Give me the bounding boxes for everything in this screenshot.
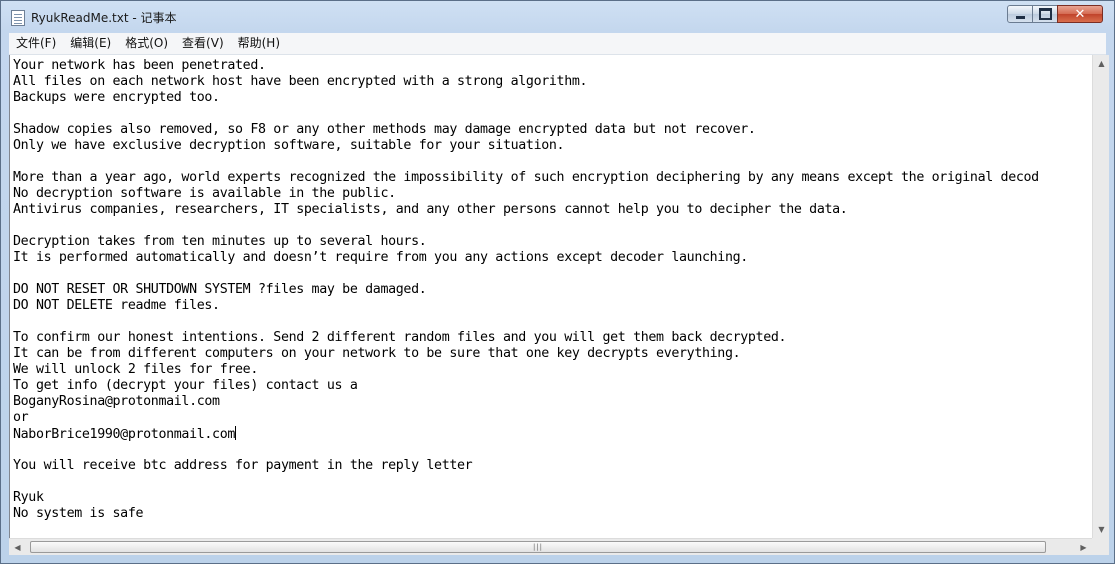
text-line: To confirm our honest intentions. Send 2… <box>13 330 787 345</box>
text-line <box>13 218 1093 234</box>
maximize-icon <box>1038 8 1052 20</box>
title-bar[interactable]: RyukReadMe.txt - 记事本 ✕ <box>1 1 1114 33</box>
scrollbar-corner <box>1092 538 1109 555</box>
text-line: It is performed automatically and doesn’… <box>13 250 748 265</box>
scroll-up-icon[interactable]: ▲ <box>1093 55 1110 72</box>
text-line: or <box>13 410 29 425</box>
text-line: DO NOT RESET OR SHUTDOWN SYSTEM ?files m… <box>13 282 427 297</box>
text-line: All files on each network host have been… <box>13 74 588 89</box>
text-line: Decryption takes from ten minutes up to … <box>13 234 427 249</box>
close-button[interactable]: ✕ <box>1057 5 1103 23</box>
text-line: Backups were encrypted too. <box>13 90 220 105</box>
menu-file[interactable]: 文件(F) <box>9 33 63 54</box>
horizontal-scroll-thumb[interactable]: ||| <box>30 541 1046 553</box>
text-line: You will receive btc address for payment… <box>13 458 473 473</box>
menu-view[interactable]: 查看(V) <box>175 33 231 54</box>
notepad-icon[interactable] <box>11 10 25 26</box>
document-text[interactable]: Your network has been penetrated. All fil… <box>10 55 1093 522</box>
scroll-down-icon[interactable]: ▼ <box>1093 521 1110 538</box>
text-line: No decryption software is available in t… <box>13 186 396 201</box>
text-line <box>13 442 1093 458</box>
scroll-left-icon[interactable]: ◀ <box>9 539 26 556</box>
text-line: No system is safe <box>13 506 144 521</box>
text-line <box>13 314 1093 330</box>
menu-bar: 文件(F) 编辑(E) 格式(O) 查看(V) 帮助(H) <box>9 33 1106 55</box>
vertical-scrollbar[interactable]: ▲ ▼ <box>1092 55 1109 538</box>
text-line: DO NOT DELETE readme files. <box>13 298 220 313</box>
text-line: Antivirus companies, researchers, IT spe… <box>13 202 848 217</box>
text-line <box>13 154 1093 170</box>
text-line: Ryuk <box>13 490 44 505</box>
text-editor[interactable]: Your network has been penetrated. All fil… <box>9 55 1093 538</box>
text-line: To get info (decrypt your files) contact… <box>13 378 358 393</box>
text-line: Shadow copies also removed, so F8 or any… <box>13 122 756 137</box>
minimize-icon <box>1015 15 1025 19</box>
text-line: NaborBrice1990@protonmail.com <box>13 426 237 442</box>
notepad-window: RyukReadMe.txt - 记事本 ✕ 文件(F) 编辑(E) 格式(O)… <box>0 0 1115 564</box>
scroll-right-icon[interactable]: ▶ <box>1075 539 1092 556</box>
horizontal-scrollbar[interactable]: ◀ ||| ▶ <box>9 538 1092 555</box>
menu-help[interactable]: 帮助(H) <box>231 33 287 54</box>
text-line: More than a year ago, world experts reco… <box>13 170 1039 185</box>
maximize-button[interactable] <box>1032 5 1058 23</box>
menu-edit[interactable]: 编辑(E) <box>63 33 118 54</box>
text-line <box>13 474 1093 490</box>
minimize-button[interactable] <box>1007 5 1033 23</box>
menu-format[interactable]: 格式(O) <box>118 33 175 54</box>
text-line <box>13 106 1093 122</box>
text-caret <box>235 426 237 440</box>
text-line: It can be from different computers on yo… <box>13 346 741 361</box>
close-icon: ✕ <box>1074 6 1086 22</box>
text-line: Only we have exclusive decryption softwa… <box>13 138 565 153</box>
text-line <box>13 266 1093 282</box>
window-title: RyukReadMe.txt - 记事本 <box>31 11 177 25</box>
text-line: BoganyRosina@protonmail.com <box>13 394 220 409</box>
text-line: Your network has been penetrated. <box>13 58 266 73</box>
text-line: We will unlock 2 files for free. <box>13 362 258 377</box>
